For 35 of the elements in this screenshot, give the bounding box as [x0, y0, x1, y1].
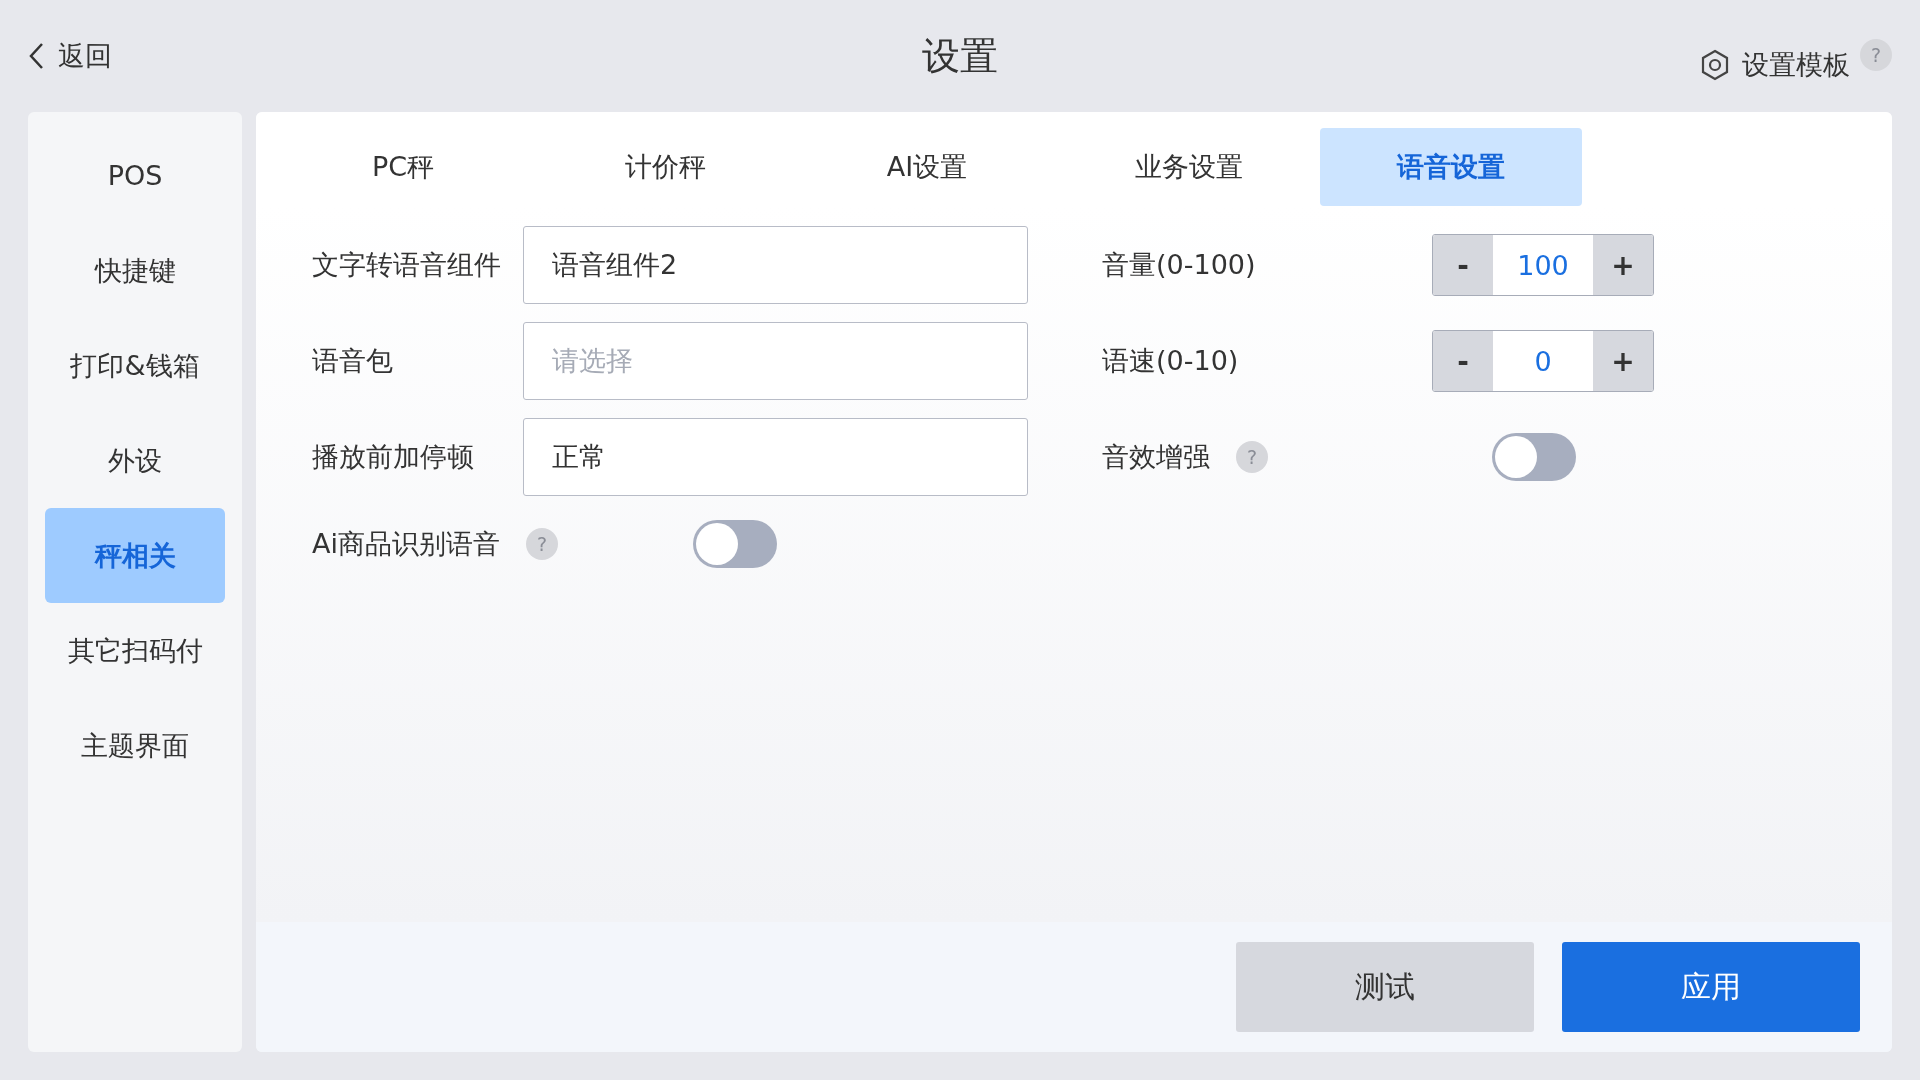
settings-template-link[interactable]: 设置模板: [1700, 47, 1850, 83]
sidebar-item[interactable]: 其它扫码付: [45, 603, 225, 698]
field-label: 音效增强: [1102, 440, 1210, 474]
increment-button[interactable]: +: [1593, 235, 1653, 295]
select-field[interactable]: 语音组件2: [523, 226, 1028, 304]
toggle-switch[interactable]: [1492, 433, 1576, 481]
action-button[interactable]: 测试: [1236, 942, 1534, 1032]
field-label: 播放前加停顿: [312, 440, 475, 474]
field-label: 语音包: [312, 344, 394, 378]
tab[interactable]: AI设置: [796, 128, 1058, 206]
tab[interactable]: PC秤: [272, 128, 534, 206]
hexagon-gear-icon: [1700, 49, 1730, 81]
tab[interactable]: 业务设置: [1058, 128, 1320, 206]
number-stepper[interactable]: - 100 +: [1432, 234, 1654, 296]
sidebar-item[interactable]: 外设: [45, 413, 225, 508]
sidebar-item[interactable]: 主题界面: [45, 698, 225, 793]
tab[interactable]: 语音设置: [1320, 128, 1582, 206]
sidebar-item[interactable]: 打印&钱箱: [45, 318, 225, 413]
field-label: 语速(0-10): [1102, 344, 1240, 378]
decrement-button[interactable]: -: [1433, 331, 1493, 391]
select-field[interactable]: 正常: [523, 418, 1028, 496]
toggle-switch[interactable]: [693, 520, 777, 568]
sidebar-item[interactable]: 快捷键: [45, 223, 225, 318]
decrement-button[interactable]: -: [1433, 235, 1493, 295]
increment-button[interactable]: +: [1593, 331, 1653, 391]
page-title: 设置: [922, 32, 998, 80]
chevron-left-icon: [28, 42, 44, 70]
field-label: 文字转语音组件: [312, 248, 502, 282]
sidebar-item[interactable]: POS: [45, 128, 225, 223]
field-label: 音量(0-100): [1102, 248, 1257, 282]
number-stepper[interactable]: - 0 +: [1432, 330, 1654, 392]
field-label: Ai商品识别语音: [312, 527, 500, 561]
action-button[interactable]: 应用: [1562, 942, 1860, 1032]
back-link[interactable]: 返回: [28, 38, 112, 74]
tab[interactable]: 计价秤: [534, 128, 796, 206]
